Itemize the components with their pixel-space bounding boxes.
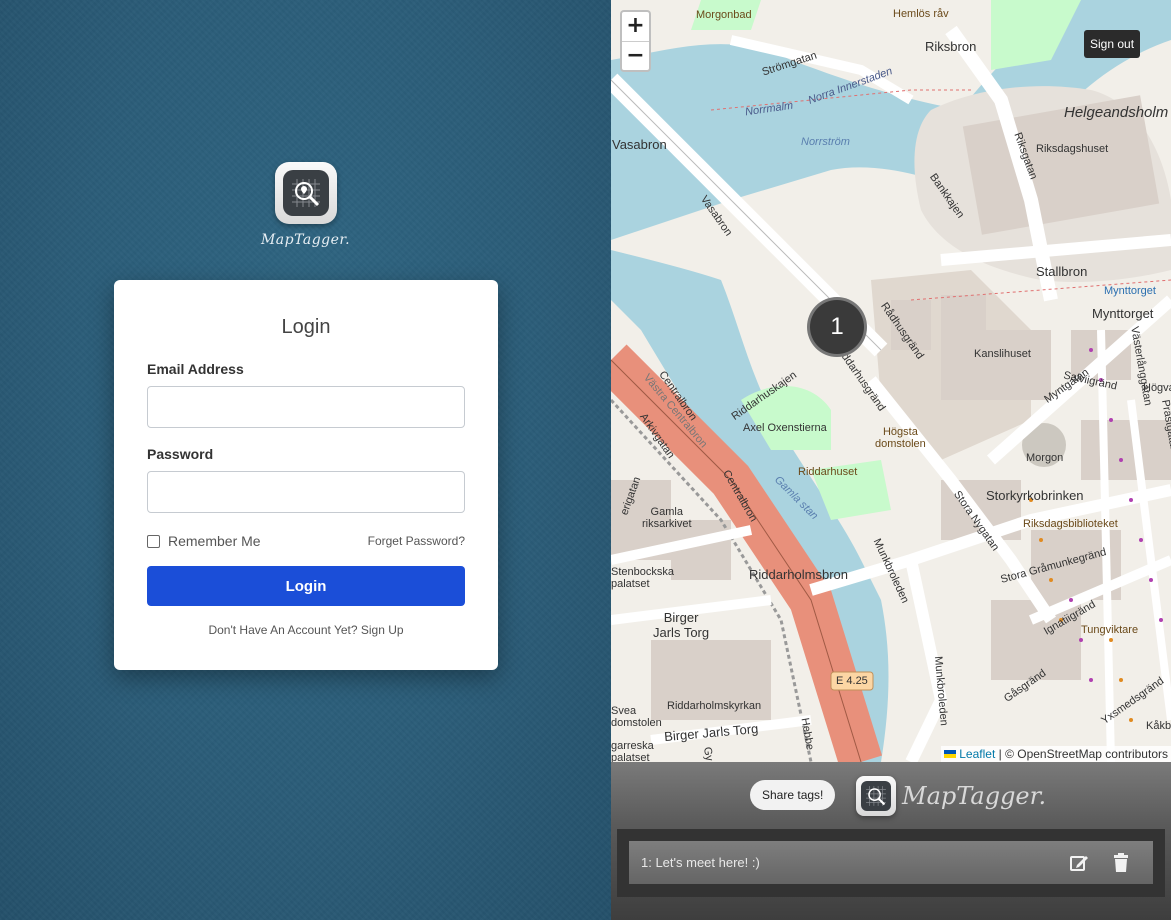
leaflet-link[interactable]: Leaflet <box>959 747 995 761</box>
map-label: Hemlös råv <box>893 8 949 20</box>
map-label: Riksbron <box>925 39 977 54</box>
remember-me[interactable]: Remember Me <box>147 533 261 549</box>
forgot-password-link[interactable]: Forget Password? <box>368 534 465 548</box>
login-button[interactable]: Login <box>147 566 465 606</box>
map-label: Stallbron <box>1036 264 1088 279</box>
app-icon <box>274 162 337 224</box>
osm-attribution: | © OpenStreetMap contributors <box>995 747 1168 761</box>
map-label: Riddarhuset <box>798 466 858 478</box>
bottom-brand-logo: MapTagger. <box>856 776 1046 816</box>
map-label: Gamla riksarkivet <box>642 506 692 530</box>
map-label: Mynttorget <box>1092 306 1154 321</box>
share-tags-button[interactable]: Share tags! <box>750 780 836 810</box>
map-label: E 4.25 <box>836 675 868 687</box>
login-title: Login <box>281 316 331 338</box>
tag-text: 1: Let's meet here! :) <box>641 855 760 870</box>
email-label: Email Address <box>147 361 244 377</box>
bottom-brand-name: MapTagger. <box>902 782 1047 810</box>
map-label: Riddarholmskyrkan <box>667 700 762 712</box>
map-search-icon <box>291 179 320 207</box>
email-field[interactable] <box>147 386 465 428</box>
map-label: Riksdagsbiblioteket <box>1023 518 1118 530</box>
map-label: Storkyrkobrinken <box>986 488 1084 503</box>
zoom-in-button[interactable]: + <box>622 12 649 41</box>
password-label: Password <box>147 446 214 462</box>
map-label: Birger Jarls Torg <box>653 610 710 640</box>
map-label: garreska palatset <box>611 740 654 762</box>
trash-icon[interactable] <box>1111 852 1131 873</box>
map-label: Riksdagshuset <box>1036 143 1109 155</box>
zoom-out-button[interactable]: − <box>622 41 649 70</box>
map-label: Svea domstolen <box>611 705 662 729</box>
map-label: Morgonbad <box>696 9 752 21</box>
tag-list: 1: Let's meet here! :) <box>617 829 1165 897</box>
map-panel: Morgonbad Strömgatan Hemlös råv Riksbron… <box>611 0 1171 920</box>
sign-out-button[interactable]: Sign out <box>1084 30 1141 58</box>
map-label: Helgeandsholm <box>1064 104 1169 121</box>
ukraine-flag-icon <box>944 750 957 758</box>
map-label: Tungviktare <box>1081 624 1139 636</box>
map-search-icon <box>866 786 886 806</box>
marker-cluster[interactable]: 1 <box>807 297 867 357</box>
login-card: Login Email Address Password Remember Me… <box>114 280 498 670</box>
map-label: Högsta domstolen <box>875 426 926 450</box>
map-label: Stenbockska palatset <box>611 566 674 590</box>
remember-label: Remember Me <box>168 533 261 549</box>
zoom-control: + − <box>620 10 651 72</box>
password-field[interactable] <box>147 471 465 513</box>
remember-row: Remember Me Forget Password? <box>147 533 465 549</box>
brand-logo: MapTagger. <box>0 162 611 248</box>
remember-checkbox[interactable] <box>147 534 160 548</box>
map-label: Vasabron <box>612 137 667 152</box>
map-label: Morgon <box>1026 452 1064 464</box>
map-label: Kanslihuset <box>974 348 1031 360</box>
brand-name: MapTagger. <box>260 232 351 248</box>
map-label: Gy <box>700 746 716 762</box>
map-label: Kåkb <box>1146 720 1171 732</box>
map-label: Mynttorget <box>1104 285 1156 297</box>
map-label: Riddarholmsbron <box>749 567 848 582</box>
edit-icon[interactable] <box>1069 853 1089 873</box>
signup-link[interactable]: Don't Have An Account Yet? Sign Up <box>147 623 465 637</box>
map-label: Norrström <box>801 136 850 148</box>
login-panel: MapTagger. Login Email Address Password … <box>0 0 611 920</box>
map-label: Axel Oxenstierna <box>743 422 827 434</box>
app-icon <box>856 776 896 816</box>
tags-panel: Share tags! MapTagger. 1: Let's meet her… <box>611 762 1171 920</box>
map[interactable]: Morgonbad Strömgatan Hemlös råv Riksbron… <box>611 0 1171 762</box>
list-item[interactable]: 1: Let's meet here! :) <box>629 841 1153 884</box>
map-attribution: Leaflet | © OpenStreetMap contributors <box>941 746 1171 762</box>
